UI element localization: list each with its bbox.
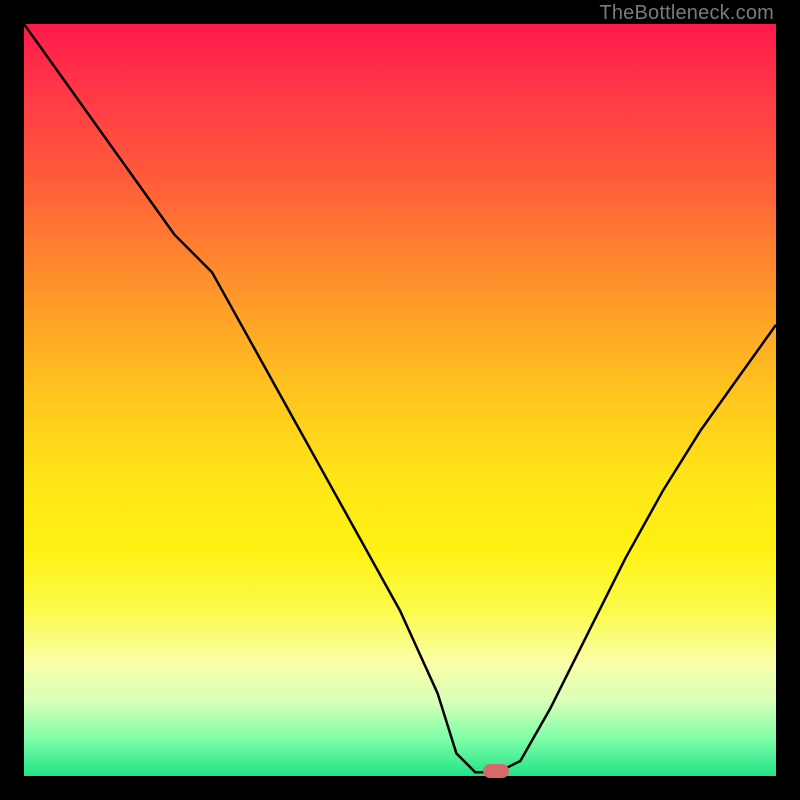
bottleneck-curve bbox=[24, 24, 776, 776]
plot-area bbox=[24, 24, 776, 776]
watermark-text: TheBottleneck.com bbox=[599, 2, 774, 25]
optimum-marker bbox=[483, 764, 509, 778]
chart-frame: TheBottleneck.com bbox=[0, 0, 800, 800]
